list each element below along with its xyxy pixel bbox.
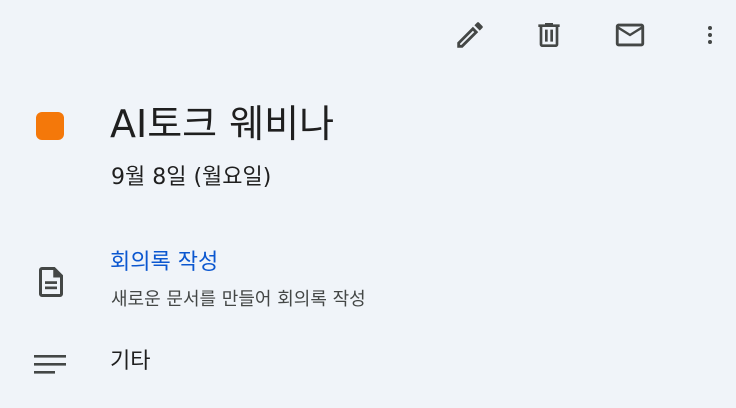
mail-icon [615,23,645,47]
event-title: AI토크 웨비나 [110,102,335,146]
more-options-button[interactable] [686,11,734,59]
meeting-notes-description: 새로운 문서를 만들어 회의록 작성 [111,289,366,310]
trash-icon [538,23,560,47]
more-vert-icon [708,26,712,44]
other-label: 기타 [110,349,151,374]
pencil-icon [457,22,483,48]
event-color-swatch [36,112,64,140]
event-toolbar [0,0,736,70]
create-meeting-notes-link[interactable]: 회의록 작성 [110,246,218,280]
notes-lines-icon [33,348,69,380]
edit-button[interactable] [446,11,494,59]
event-date: 9월 8일 (월요일) [111,165,272,190]
document-icon [34,264,68,300]
delete-button[interactable] [525,11,573,59]
email-guests-button[interactable] [606,11,654,59]
